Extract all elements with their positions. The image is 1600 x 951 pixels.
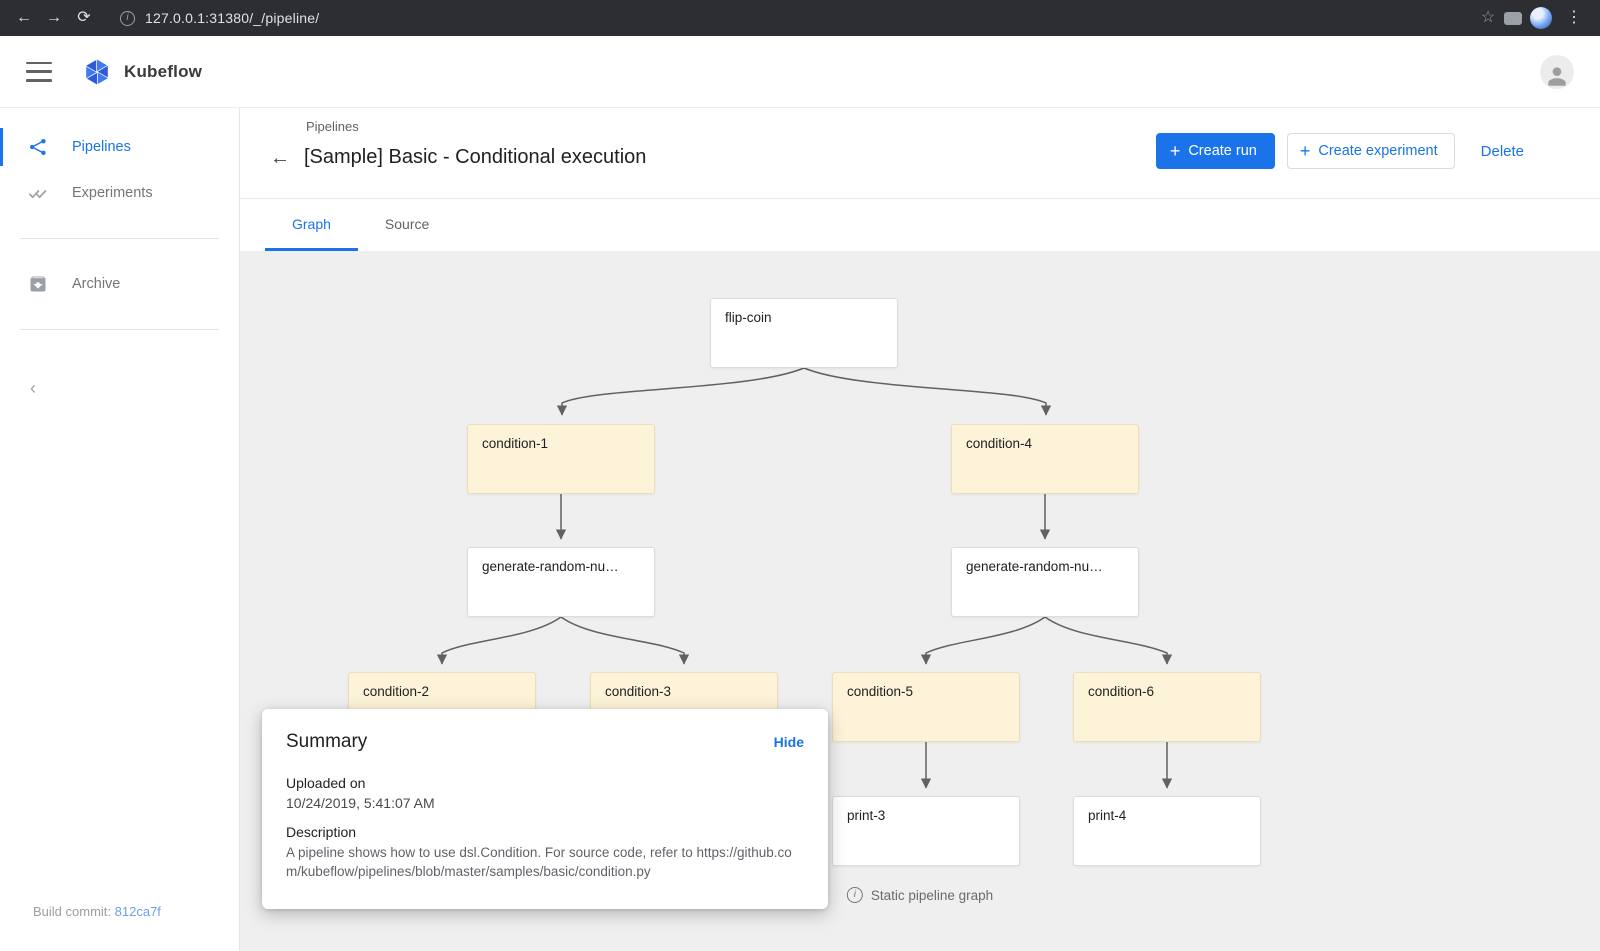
create-experiment-label: Create experiment <box>1318 143 1437 159</box>
browser-back-icon[interactable]: ← <box>10 4 38 32</box>
create-experiment-button[interactable]: + Create experiment <box>1287 133 1455 169</box>
summary-card: Summary Hide Uploaded on 10/24/2019, 5:4… <box>262 709 828 909</box>
plus-icon: + <box>1300 142 1311 160</box>
tab-graph[interactable]: Graph <box>265 199 358 251</box>
browser-forward-icon[interactable]: → <box>40 4 68 32</box>
build-commit-link[interactable]: 812ca7f <box>115 904 161 919</box>
forward-arrow-glyph: → <box>46 4 62 32</box>
product-name: Kubeflow <box>124 62 202 82</box>
hide-summary-button[interactable]: Hide <box>774 734 804 750</box>
uploaded-on-label: Uploaded on <box>286 775 804 791</box>
sidebar-collapse-icon[interactable]: ‹ <box>30 378 36 399</box>
create-run-button[interactable]: + Create run <box>1156 133 1275 169</box>
pipeline-graph: flip-coin condition-1 condition-4 genera… <box>240 251 1600 951</box>
bookmark-star-icon[interactable]: ☆ <box>1474 4 1502 32</box>
node-label: condition-3 <box>605 684 763 699</box>
summary-header: Summary Hide <box>286 731 804 753</box>
sidebar-divider <box>20 238 219 239</box>
page-info-icon[interactable]: i <box>120 11 135 26</box>
person-icon <box>1544 63 1570 89</box>
static-graph-note: i Static pipeline graph <box>847 887 993 903</box>
page-title: [Sample] Basic - Conditional execution <box>304 146 646 169</box>
summary-title: Summary <box>286 731 367 753</box>
back-arrow-glyph: ← <box>16 4 32 32</box>
node-label: generate-random-nu… <box>966 559 1124 574</box>
title-row: ← [Sample] Basic - Conditional execution <box>270 146 646 169</box>
sidebar-item-label: Experiments <box>72 185 153 201</box>
plus-icon: + <box>1170 142 1181 160</box>
browser-url-bar[interactable]: i 127.0.0.1:31380/_/pipeline/ <box>110 4 1462 32</box>
reload-glyph: ⟳ <box>77 4 90 32</box>
graph-node-condition-6[interactable]: condition-6 <box>1073 672 1261 742</box>
node-label: condition-5 <box>847 684 1005 699</box>
node-label: condition-4 <box>966 436 1124 451</box>
experiments-icon <box>28 183 48 203</box>
breadcrumb[interactable]: Pipelines <box>306 119 646 134</box>
node-label: flip-coin <box>725 310 883 325</box>
description-text: A pipeline shows how to use dsl.Conditio… <box>286 844 804 881</box>
kubeflow-logo-icon <box>82 57 112 87</box>
graph-node-condition-4[interactable]: condition-4 <box>951 424 1139 494</box>
description-label: Description <box>286 824 804 840</box>
tab-source[interactable]: Source <box>358 199 456 251</box>
star-glyph: ☆ <box>1481 4 1495 32</box>
node-label: condition-1 <box>482 436 640 451</box>
archive-icon <box>28 274 48 294</box>
browser-menu-icon[interactable]: ⋮ <box>1560 4 1588 32</box>
graph-node-condition-1[interactable]: condition-1 <box>467 424 655 494</box>
static-graph-note-text: Static pipeline graph <box>871 888 993 903</box>
delete-button[interactable]: Delete <box>1475 143 1530 160</box>
more-vertical-glyph: ⋮ <box>1566 4 1582 32</box>
kubeflow-logo-wrap[interactable]: Kubeflow <box>82 57 202 87</box>
uploaded-on-value: 10/24/2019, 5:41:07 AM <box>286 795 804 811</box>
sidebar-divider <box>20 329 219 330</box>
node-label: print-4 <box>1088 808 1246 823</box>
graph-node-flip-coin[interactable]: flip-coin <box>710 298 898 368</box>
graph-node-condition-5[interactable]: condition-5 <box>832 672 1020 742</box>
hamburger-menu-icon[interactable] <box>26 62 52 82</box>
node-label: condition-6 <box>1088 684 1246 699</box>
back-button[interactable]: ← <box>270 148 290 168</box>
info-icon: i <box>847 887 863 903</box>
app-header: Kubeflow <box>0 36 1600 108</box>
create-run-label: Create run <box>1188 143 1257 159</box>
graph-node-generate-random-number-right[interactable]: generate-random-nu… <box>951 547 1139 617</box>
sidebar-item-archive[interactable]: Archive <box>0 261 239 307</box>
tab-bar: Graph Source <box>240 199 1600 251</box>
toolbar-left: Pipelines ← [Sample] Basic - Conditional… <box>270 119 646 198</box>
extension-icon[interactable] <box>1504 12 1522 25</box>
node-label: generate-random-nu… <box>482 559 640 574</box>
toolbar-actions: + Create run + Create experiment Delete <box>1156 133 1530 169</box>
sidebar-item-label: Pipelines <box>72 139 131 155</box>
user-avatar[interactable] <box>1540 55 1574 89</box>
node-label: print-3 <box>847 808 1005 823</box>
sidebar-item-label: Archive <box>72 276 120 292</box>
graph-node-generate-random-number-left[interactable]: generate-random-nu… <box>467 547 655 617</box>
sidebar-item-pipelines[interactable]: Pipelines <box>0 124 239 170</box>
graph-node-print-3[interactable]: print-3 <box>832 796 1020 866</box>
pipelines-icon <box>28 137 48 157</box>
content: Pipelines ← [Sample] Basic - Conditional… <box>240 108 1600 951</box>
browser-url-text: 127.0.0.1:31380/_/pipeline/ <box>145 10 319 26</box>
page-toolbar: Pipelines ← [Sample] Basic - Conditional… <box>240 108 1600 199</box>
browser-profile-avatar[interactable] <box>1530 7 1552 29</box>
browser-toolbar-right: ⋮ <box>1504 4 1590 32</box>
main-row: Pipelines Experiments Archive ‹ Build co… <box>0 108 1600 951</box>
node-label: condition-2 <box>363 684 521 699</box>
build-commit: Build commit: 812ca7f <box>33 904 161 919</box>
browser-chrome: ← → ⟳ i 127.0.0.1:31380/_/pipeline/ ☆ ⋮ <box>0 0 1600 36</box>
build-commit-label: Build commit: <box>33 904 111 919</box>
sidebar-item-experiments[interactable]: Experiments <box>0 170 239 216</box>
sidebar: Pipelines Experiments Archive ‹ Build co… <box>0 108 240 951</box>
browser-reload-icon[interactable]: ⟳ <box>70 4 98 32</box>
graph-node-print-4[interactable]: print-4 <box>1073 796 1261 866</box>
